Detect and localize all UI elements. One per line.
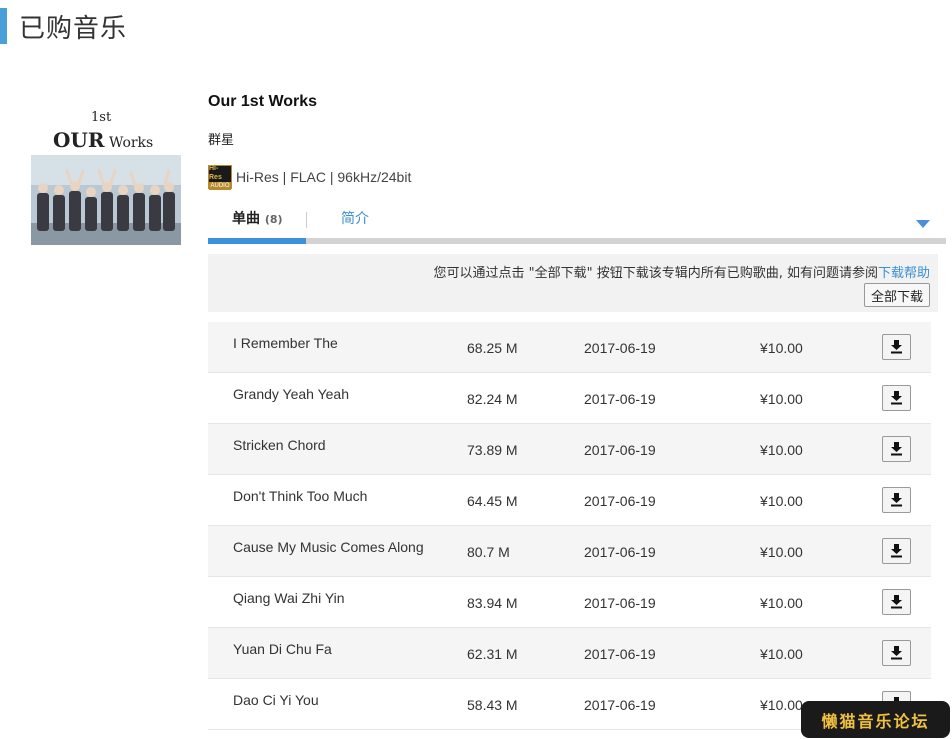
notice-text: 您可以通过点击 "全部下载" 按钮下载该专辑内所有已购歌曲, 如有问题请参阅下载… [433, 262, 930, 281]
track-name: Yuan Di Chu Fa [233, 641, 332, 657]
track-date: 2017-06-19 [584, 391, 656, 407]
track-date: 2017-06-19 [584, 442, 656, 458]
cover-text-1st: 1st [91, 110, 112, 125]
track-price: ¥10.00 [760, 646, 803, 662]
track-name: Don't Think Too Much [233, 488, 368, 504]
track-price: ¥10.00 [760, 544, 803, 560]
download-notice: 您可以通过点击 "全部下载" 按钮下载该专辑内所有已购歌曲, 如有问题请参阅下载… [208, 254, 938, 312]
hires-badge-bottom: AUDIO [209, 182, 231, 190]
hires-audio-icon: Hi-Res AUDIO [208, 165, 232, 190]
page-title: 已购音乐 [19, 13, 128, 44]
track-size: 80.7 M [467, 544, 510, 560]
track-price: ¥10.00 [760, 391, 803, 407]
format-text: Hi-Res | FLAC | 96kHz/24bit [236, 169, 412, 185]
track-name: Grandy Yeah Yeah [233, 386, 350, 402]
download-help-link[interactable]: 下载帮助 [878, 266, 930, 281]
tab-songs[interactable]: 单曲 (8) [232, 208, 283, 228]
header-accent-bar [0, 8, 7, 44]
track-price: ¥10.00 [760, 697, 803, 713]
download-icon[interactable] [882, 487, 911, 513]
forum-watermark: 懒猫音乐论坛 [801, 701, 950, 738]
track-date: 2017-06-19 [584, 595, 656, 611]
track-row: Qiang Wai Zhi Yin 83.94 M 2017-06-19 ¥10… [208, 577, 931, 628]
watermark-text: 懒猫音乐论坛 [821, 711, 930, 731]
track-price: ¥10.00 [760, 340, 803, 356]
track-size: 83.94 M [467, 595, 518, 611]
track-size: 73.89 M [467, 442, 518, 458]
track-row: Don't Think Too Much 64.45 M 2017-06-19 … [208, 475, 931, 526]
track-date: 2017-06-19 [584, 340, 656, 356]
hires-badge-top: Hi-Res [209, 165, 222, 181]
track-name: Cause My Music Comes Along [233, 539, 424, 555]
track-name: Qiang Wai Zhi Yin [233, 590, 345, 606]
track-price: ¥10.00 [760, 493, 803, 509]
download-icon[interactable] [882, 436, 911, 462]
album-artist[interactable]: 群星 [208, 129, 234, 148]
track-row: Cause My Music Comes Along 80.7 M 2017-0… [208, 526, 931, 577]
track-row: I Remember The 68.25 M 2017-06-19 ¥10.00 [208, 322, 931, 373]
cover-text-our: OUR [53, 128, 105, 152]
tab-separator [306, 212, 307, 228]
track-price: ¥10.00 [760, 595, 803, 611]
track-size: 68.25 M [467, 340, 518, 356]
track-row: Stricken Chord 73.89 M 2017-06-19 ¥10.00 [208, 424, 931, 475]
track-list: I Remember The 68.25 M 2017-06-19 ¥10.00… [208, 322, 931, 730]
expand-arrow-icon[interactable] [916, 220, 930, 228]
album-cover[interactable]: 1st OUR Works [31, 95, 181, 245]
track-size: 62.31 M [467, 646, 518, 662]
track-date: 2017-06-19 [584, 697, 656, 713]
notice-message: 您可以通过点击 "全部下载" 按钮下载该专辑内所有已购歌曲, 如有问题请参阅 [433, 266, 878, 281]
album-cover-art: 1st OUR Works [31, 95, 181, 245]
format-info: Hi-Res AUDIO Hi-Res | FLAC | 96kHz/24bit [208, 165, 412, 190]
page-header: 已购音乐 [0, 8, 127, 44]
track-row: Yuan Di Chu Fa 62.31 M 2017-06-19 ¥10.00 [208, 628, 931, 679]
download-all-button[interactable]: 全部下载 [863, 283, 930, 307]
track-name: Stricken Chord [233, 437, 326, 453]
download-icon[interactable] [882, 589, 911, 615]
album-title: Our 1st Works [208, 93, 318, 110]
download-icon[interactable] [882, 640, 911, 666]
download-icon[interactable] [882, 334, 911, 360]
tab-indicator-track [208, 238, 946, 244]
tab-songs-count: (8) [264, 213, 283, 226]
download-icon[interactable] [882, 385, 911, 411]
track-date: 2017-06-19 [584, 544, 656, 560]
tab-intro[interactable]: 简介 [341, 208, 369, 228]
track-name: I Remember The [233, 335, 338, 351]
album-tabs: 单曲 (8) 简介 [208, 200, 946, 244]
track-date: 2017-06-19 [584, 646, 656, 662]
track-date: 2017-06-19 [584, 493, 656, 509]
download-icon[interactable] [882, 538, 911, 564]
track-price: ¥10.00 [760, 442, 803, 458]
cover-text-works: Works [109, 135, 153, 151]
track-size: 58.43 M [467, 697, 518, 713]
tab-indicator-active [208, 238, 306, 244]
track-size: 82.24 M [467, 391, 518, 407]
track-name: Dao Ci Yi You [233, 692, 319, 708]
tab-songs-label: 单曲 [232, 211, 260, 227]
track-row: Grandy Yeah Yeah 82.24 M 2017-06-19 ¥10.… [208, 373, 931, 424]
track-size: 64.45 M [467, 493, 518, 509]
